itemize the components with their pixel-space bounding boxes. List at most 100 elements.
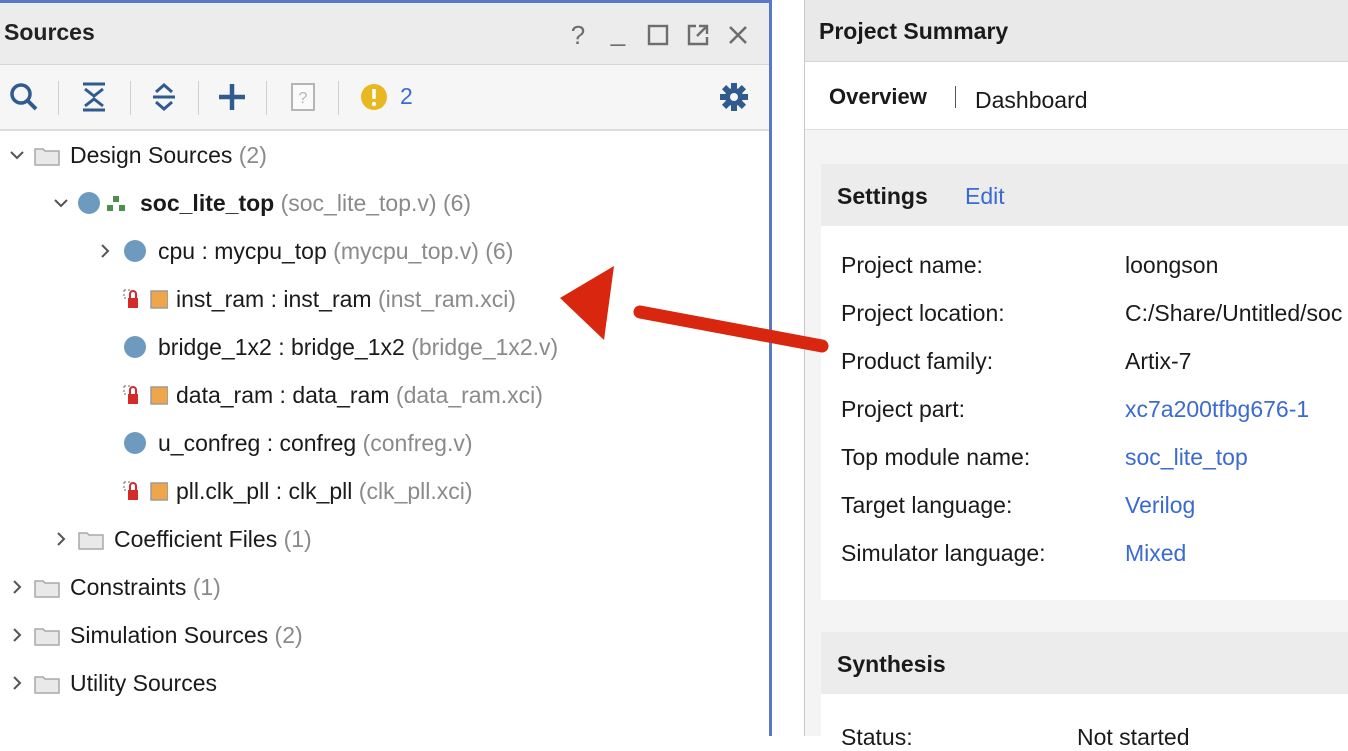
- tree-file: (soc_lite_top.v): [280, 189, 437, 216]
- folder-icon: [34, 577, 60, 598]
- settings-key: Top module name:: [841, 444, 1031, 470]
- project-summary-title-bar: Project Summary: [805, 0, 1348, 62]
- settings-key: Project name:: [841, 252, 983, 278]
- tab-dashboard[interactable]: Dashboard: [975, 87, 1088, 114]
- tree-node-constraints[interactable]: Constraints (1): [0, 565, 760, 609]
- tree-label: Utility Sources: [70, 669, 217, 696]
- synthesis-title: Synthesis: [837, 651, 946, 677]
- tree-label: Design Sources: [70, 141, 233, 168]
- source-help-icon[interactable]: ?: [285, 79, 321, 115]
- tree-node-design-sources[interactable]: Design Sources (2): [0, 133, 760, 177]
- tree-label: u_confreg : confreg: [158, 429, 357, 456]
- target-language-link[interactable]: Verilog: [1125, 492, 1195, 519]
- tree-count: (2): [238, 141, 267, 168]
- tree-node-coefficient-files[interactable]: Coefficient Files (1): [0, 517, 760, 561]
- settings-gear-icon[interactable]: [716, 79, 752, 115]
- tree-file: (clk_pll.xci): [358, 477, 473, 504]
- settings-value: loongson: [1125, 252, 1219, 278]
- settings-key: Product family:: [841, 348, 994, 374]
- tree-label: Coefficient Files: [114, 525, 278, 552]
- module-icon: [124, 432, 146, 454]
- sources-toolbar: ? 2: [0, 65, 769, 131]
- tab-overview[interactable]: Overview: [829, 84, 927, 110]
- sources-title: Sources: [4, 19, 95, 45]
- locked-ip-icon: [122, 382, 169, 408]
- tree-label: inst_ram : inst_ram: [176, 285, 372, 312]
- tree-label: pll.clk_pll : clk_pll: [176, 477, 353, 504]
- tree-node-bridge[interactable]: bridge_1x2 : bridge_1x2 (bridge_1x2.v): [0, 325, 760, 369]
- tree-file: (data_ram.xci): [395, 381, 543, 408]
- synthesis-status-key: Status:: [841, 724, 913, 750]
- project-part-link[interactable]: xc7a200tfbg676-1: [1125, 396, 1309, 423]
- settings-value: C:/Share/Untitled/soc: [1125, 300, 1343, 326]
- tree-label: bridge_1x2 : bridge_1x2: [158, 333, 405, 360]
- synthesis-status-value: Not started: [1077, 724, 1190, 750]
- settings-key: Target language:: [841, 492, 1013, 518]
- maximize-icon[interactable]: [638, 21, 678, 49]
- tree-file: (inst_ram.xci): [377, 285, 516, 312]
- float-window-icon[interactable]: [678, 21, 718, 49]
- chevron-right-icon[interactable]: [8, 674, 26, 692]
- help-icon[interactable]: ?: [558, 21, 598, 49]
- settings-key: Simulator language:: [841, 540, 1046, 566]
- tree-node-simulation-sources[interactable]: Simulation Sources (2): [0, 613, 760, 657]
- tree-node-data-ram[interactable]: data_ram : data_ram (data_ram.xci): [0, 373, 760, 417]
- expand-all-icon[interactable]: [146, 79, 182, 115]
- settings-value: Artix-7: [1125, 348, 1192, 374]
- folder-icon: [34, 625, 60, 646]
- add-source-icon[interactable]: [214, 79, 250, 115]
- settings-key: Project part:: [841, 396, 965, 422]
- tree-count: (1): [192, 573, 221, 600]
- tree-node-cpu[interactable]: cpu : mycpu_top (mycpu_top.v) (6): [0, 229, 760, 273]
- settings-title: Settings: [837, 183, 928, 209]
- settings-card: Settings Edit Project name: loongson Pro…: [821, 164, 1348, 600]
- project-summary-panel: Project Summary Overview Dashboard Setti…: [804, 0, 1348, 750]
- tree-node-confreg[interactable]: u_confreg : confreg (confreg.v): [0, 421, 760, 465]
- top-module-link[interactable]: soc_lite_top: [1125, 444, 1248, 471]
- settings-key: Project location:: [841, 300, 1005, 326]
- chevron-down-icon[interactable]: [8, 146, 26, 164]
- tree-node-utility-sources[interactable]: Utility Sources: [0, 661, 760, 705]
- collapse-all-icon[interactable]: [76, 79, 112, 115]
- synthesis-card: Synthesis Status: Not started: [821, 632, 1348, 750]
- tab-divider: [955, 86, 956, 108]
- tree-label: soc_lite_top: [140, 189, 275, 216]
- tree-label: Simulation Sources: [70, 621, 269, 648]
- search-icon[interactable]: [6, 79, 42, 115]
- chevron-right-icon[interactable]: [52, 530, 70, 548]
- summary-tabs: Overview Dashboard: [805, 62, 1348, 130]
- folder-icon: [78, 529, 104, 550]
- tree-file: (confreg.v): [362, 429, 473, 456]
- warning-count[interactable]: 2: [400, 83, 413, 110]
- svg-text:?: ?: [299, 90, 308, 107]
- tree-label: data_ram : data_ram: [176, 381, 390, 408]
- chevron-down-icon[interactable]: [52, 194, 70, 212]
- module-icon: [124, 240, 146, 262]
- chevron-right-icon[interactable]: [96, 242, 114, 260]
- tree-count: (1): [283, 525, 312, 552]
- sources-title-bar: Sources ? _: [0, 3, 769, 65]
- tree-node-inst-ram[interactable]: inst_ram : inst_ram (inst_ram.xci): [0, 277, 760, 321]
- synthesis-card-header: Synthesis: [821, 632, 1348, 694]
- simulator-language-link[interactable]: Mixed: [1125, 540, 1186, 567]
- settings-edit-link[interactable]: Edit: [965, 183, 1005, 210]
- tree-count: (6): [485, 237, 514, 264]
- close-icon[interactable]: [718, 21, 758, 49]
- chevron-right-icon[interactable]: [8, 578, 26, 596]
- warning-icon[interactable]: [356, 79, 392, 115]
- folder-icon: [34, 145, 60, 166]
- tree-node-clk-pll[interactable]: pll.clk_pll : clk_pll (clk_pll.xci): [0, 469, 760, 513]
- tree-label: cpu : mycpu_top: [158, 237, 327, 264]
- tree-node-soc-lite-top[interactable]: soc_lite_top (soc_lite_top.v) (6): [0, 181, 760, 225]
- tree-label: Constraints: [70, 573, 187, 600]
- folder-icon: [34, 673, 60, 694]
- locked-ip-icon: [122, 286, 169, 312]
- sources-panel: Sources ? _ ? 2 Design Sources (2) soc_l…: [0, 0, 772, 736]
- tree-file: (bridge_1x2.v): [411, 333, 559, 360]
- tree-count: (2): [274, 621, 303, 648]
- locked-ip-icon: [122, 478, 169, 504]
- minimize-icon[interactable]: _: [598, 19, 638, 49]
- chevron-right-icon[interactable]: [8, 626, 26, 644]
- module-icon: [124, 336, 146, 358]
- module-icon: [78, 192, 100, 214]
